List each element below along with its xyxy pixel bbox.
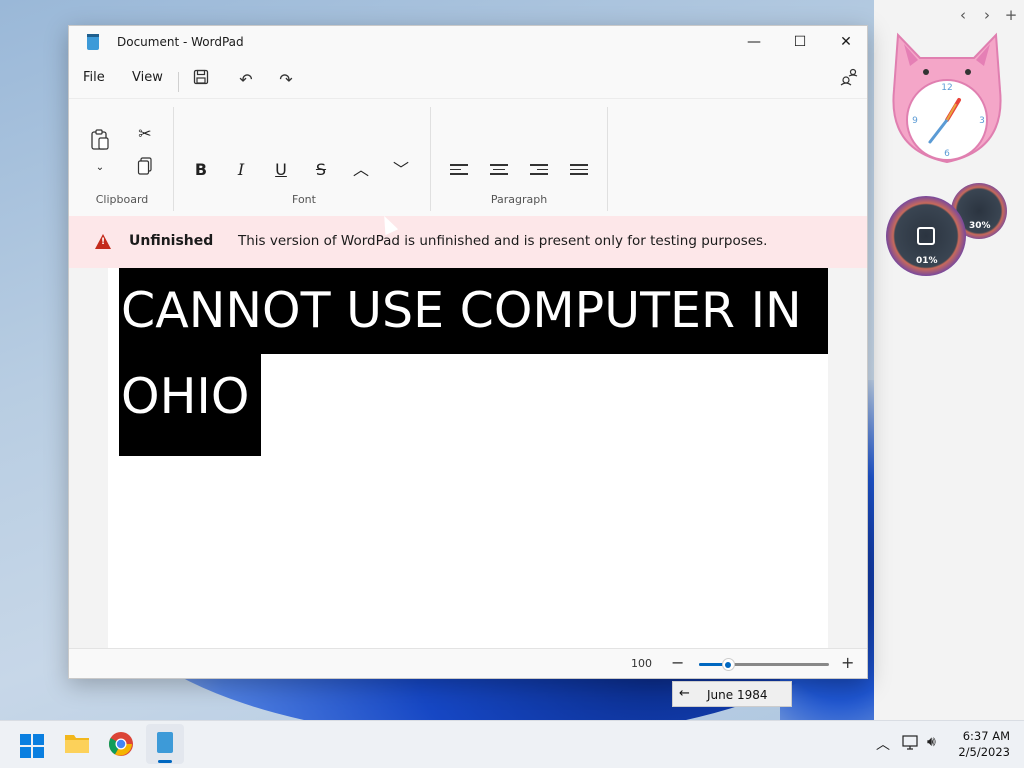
superscript-chevron-up-icon[interactable]: ︿ xyxy=(348,157,374,183)
zoom-value: 100 xyxy=(631,657,652,670)
chevron-right-icon[interactable]: › xyxy=(980,6,994,24)
chevron-left-icon[interactable]: ‹ xyxy=(956,6,970,24)
ribbon-separator xyxy=(607,107,608,211)
redo-icon[interactable]: ↷ xyxy=(274,68,298,92)
cat-clock-widget[interactable]: 12 3 6 9 xyxy=(888,30,1006,165)
menu-view[interactable]: View xyxy=(132,70,163,85)
menu-separator xyxy=(178,72,179,92)
align-center-icon[interactable] xyxy=(490,164,508,176)
document-line-1[interactable]: CANNOT USE COMPUTER IN xyxy=(119,268,828,354)
cpu-gauge[interactable]: 01% xyxy=(886,196,966,276)
paste-dropdown-chevron-icon[interactable]: ⌄ xyxy=(87,155,113,181)
clock-date: 2/5/2023 xyxy=(958,745,1010,759)
undo-icon[interactable]: ↶ xyxy=(234,68,258,92)
paragraph-group-label: Paragraph xyxy=(490,193,548,206)
wordpad-taskbar-icon xyxy=(157,732,173,753)
ribbon: ⌄ ✂ Clipboard B I U S ︿ ﹀ Font Paragraph xyxy=(69,98,867,216)
status-bar: 100 − + xyxy=(69,648,867,678)
justify-icon[interactable] xyxy=(570,164,588,176)
tooltip-text: June 1984 xyxy=(707,688,768,702)
clock-number-9: 9 xyxy=(912,116,918,126)
document-line-2[interactable]: OHIO xyxy=(119,354,261,456)
arrow-left-icon: ← xyxy=(679,686,690,701)
cpu-gauge-label: 01% xyxy=(916,256,938,266)
volume-icon[interactable]: 🔊︎ xyxy=(927,734,936,750)
menu-file[interactable]: File xyxy=(83,70,105,85)
window-title: Document - WordPad xyxy=(117,35,244,49)
document-page[interactable]: CANNOT USE COMPUTER IN OHIO xyxy=(108,268,828,648)
ribbon-separator xyxy=(173,107,174,211)
document-area: CANNOT USE COMPUTER IN OHIO xyxy=(69,268,867,648)
chevron-up-icon[interactable]: ︿ xyxy=(876,734,890,754)
add-icon[interactable]: + xyxy=(1004,6,1018,24)
align-right-icon[interactable] xyxy=(530,164,548,176)
maximize-button[interactable]: ☐ xyxy=(777,26,823,58)
infobar-title: Unfinished xyxy=(129,233,214,249)
clock-number-3: 3 xyxy=(979,116,985,126)
align-left-icon[interactable] xyxy=(450,164,468,176)
underline-button[interactable]: U xyxy=(268,157,294,183)
network-icon[interactable] xyxy=(902,735,920,751)
clipboard-group-label: Clipboard xyxy=(95,193,149,206)
minimize-button[interactable]: — xyxy=(731,26,777,58)
clock-time: 6:37 AM xyxy=(962,729,1010,743)
clock-number-12: 12 xyxy=(941,83,952,93)
clock-number-6: 6 xyxy=(944,149,950,159)
unfinished-infobar: Unfinished This version of WordPad is un… xyxy=(69,216,867,268)
chrome-icon[interactable] xyxy=(108,731,134,757)
zoom-slider-thumb[interactable] xyxy=(721,658,735,671)
copy-icon[interactable] xyxy=(132,157,158,183)
infobar-message: This version of WordPad is unfinished an… xyxy=(238,233,768,249)
wordpad-window: Document - WordPad — ☐ ✕ File View ↶ ↷ ⌄… xyxy=(68,25,868,679)
zoom-in-button[interactable]: + xyxy=(841,653,854,672)
file-explorer-icon[interactable] xyxy=(64,731,90,755)
close-button[interactable]: ✕ xyxy=(823,26,869,58)
font-group-label: Font xyxy=(292,193,316,206)
wordpad-taskbar-button[interactable] xyxy=(146,724,184,764)
ribbon-separator xyxy=(430,107,431,211)
share-icon[interactable] xyxy=(837,68,861,92)
subscript-chevron-down-icon[interactable]: ﹀ xyxy=(388,157,414,183)
italic-button[interactable]: I xyxy=(228,157,254,183)
strikethrough-button[interactable]: S xyxy=(308,157,334,183)
gpu-gauge-label: 30% xyxy=(969,221,991,231)
date-tooltip: ← June 1984 xyxy=(672,681,792,707)
title-bar[interactable]: Document - WordPad — ☐ ✕ xyxy=(69,26,867,58)
cut-icon[interactable]: ✂ xyxy=(132,121,158,147)
cpu-gauge-center xyxy=(917,227,935,245)
zoom-slider[interactable] xyxy=(699,658,829,671)
active-app-indicator xyxy=(158,760,172,763)
bold-button[interactable]: B xyxy=(188,157,214,183)
menu-bar: File View ↶ ↷ xyxy=(69,62,867,96)
save-icon[interactable] xyxy=(189,68,213,92)
paste-icon[interactable] xyxy=(87,129,113,155)
warning-icon xyxy=(95,234,111,249)
wordpad-app-icon xyxy=(87,34,99,50)
widget-nav: ‹ › + xyxy=(956,6,1018,24)
windows-start-icon[interactable] xyxy=(20,734,44,758)
taskbar-clock[interactable]: 6:37 AM 2/5/2023 xyxy=(958,728,1010,760)
zoom-out-button[interactable]: − xyxy=(671,653,684,672)
